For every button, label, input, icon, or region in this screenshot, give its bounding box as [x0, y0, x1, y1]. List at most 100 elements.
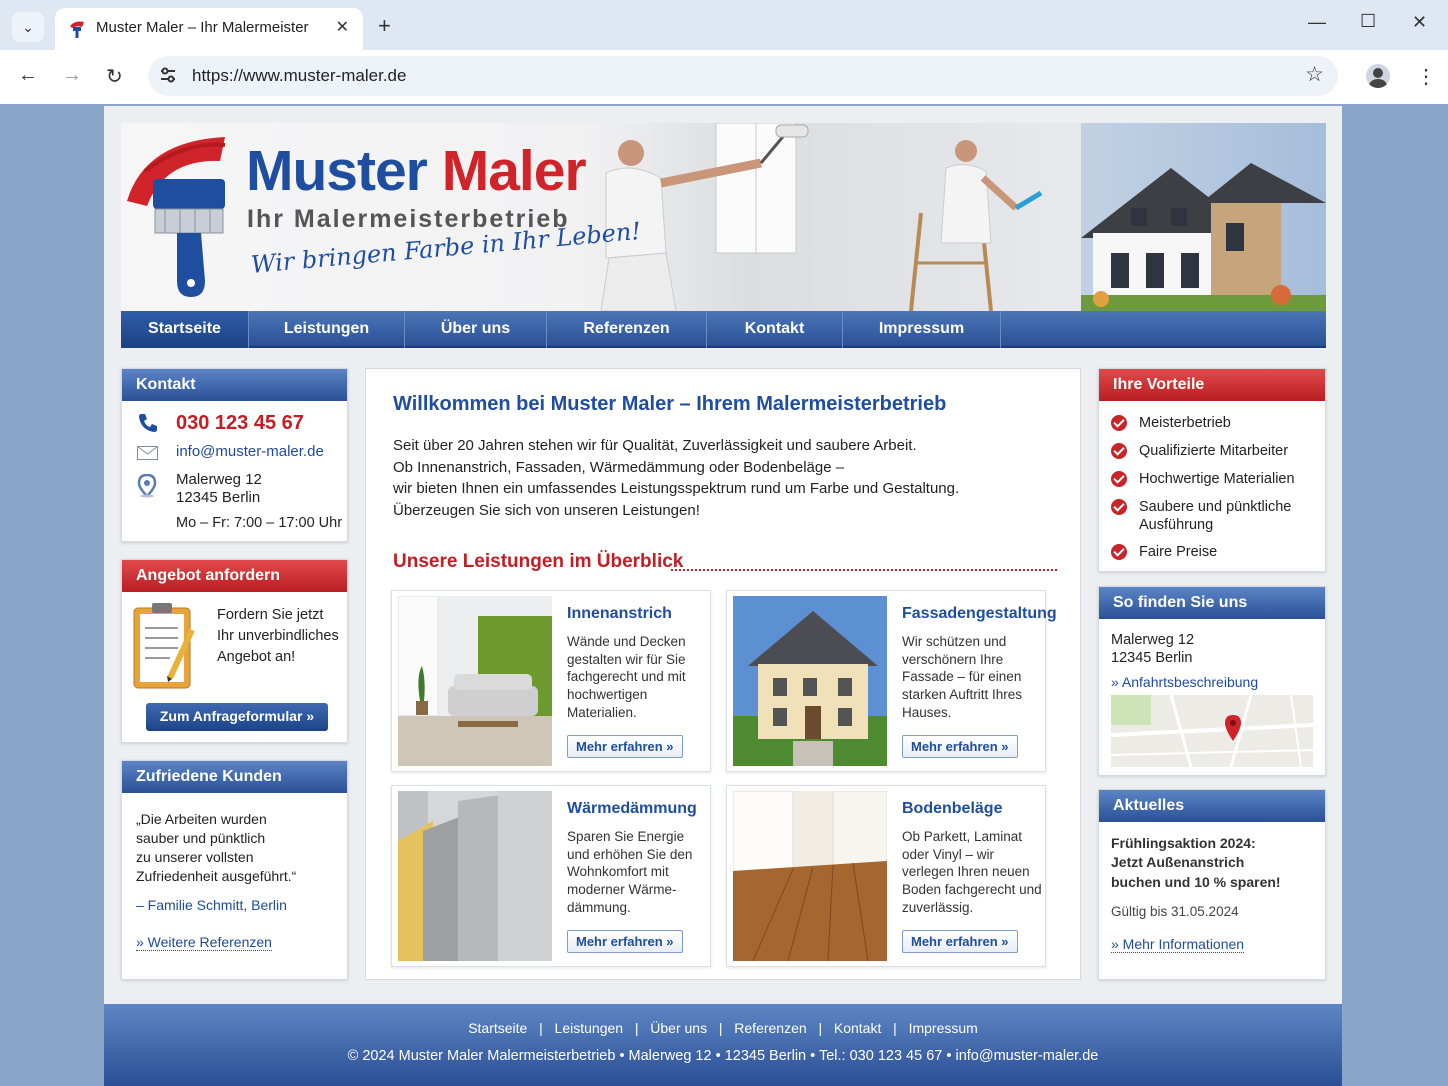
check-icon	[1111, 471, 1127, 487]
request-form-button[interactable]: Zum Anfrageformular »	[146, 703, 328, 731]
advantage-item: Faire Preise	[1139, 544, 1218, 560]
service-description: Wände und Decken gestalten wir für Sie f…	[567, 634, 686, 720]
directions-link[interactable]: » Anfahrtsbeschreibung	[1111, 674, 1258, 690]
more-references-link[interactable]: » Weitere Referenzen	[136, 934, 272, 951]
location-box: So finden Sie uns Malerweg 12 12345 Berl…	[1098, 586, 1326, 776]
bookmark-star-icon[interactable]: ☆	[1305, 62, 1324, 87]
house-facade-image	[733, 596, 887, 766]
reload-icon[interactable]: ↻	[106, 64, 123, 89]
offer-box-title: Angebot anfordern	[122, 560, 347, 592]
paintbrush-logo-icon	[127, 137, 226, 297]
nav-leistungen[interactable]: Leistungen	[249, 311, 405, 348]
envelope-icon	[137, 446, 158, 460]
more-button-waermedaemmung[interactable]: Mehr erfahren »	[567, 930, 683, 953]
check-icon	[1111, 544, 1127, 560]
minimize-icon[interactable]: —	[1308, 12, 1326, 33]
offer-line-1: Fordern Sie jetzt	[217, 607, 324, 623]
contact-box: Kontakt 030 123 45 67 info@muster-maler.…	[121, 368, 348, 542]
testimonial-box-title: Zufriedene Kunden	[122, 761, 347, 793]
close-window-icon[interactable]: ✕	[1412, 12, 1427, 33]
services-heading: Unsere Leistungen im Überblick	[393, 551, 684, 572]
testimonial-line-3: zu unserer vollsten	[136, 849, 254, 865]
contact-hours: Mo – Fr: 7:00 – 17:00 Uhr	[176, 515, 343, 531]
news-valid-until: Gültig bis 31.05.2024	[1111, 904, 1239, 919]
footer-link-leistungen[interactable]: Leistungen	[555, 1020, 624, 1036]
check-icon	[1111, 415, 1127, 431]
back-icon[interactable]: ←	[18, 64, 38, 87]
footer-link-ueber-uns[interactable]: Über uns	[650, 1020, 707, 1036]
nav-startseite[interactable]: Startseite	[121, 311, 249, 348]
news-box-title: Aktuelles	[1099, 790, 1325, 822]
footer-link-referenzen[interactable]: Referenzen	[734, 1020, 806, 1036]
news-line-2: Jetzt Außenanstrich	[1111, 854, 1245, 870]
advantage-item: Meisterbetrieb	[1139, 415, 1231, 431]
map-thumbnail[interactable]	[1111, 695, 1313, 767]
footer-link-kontakt[interactable]: Kontakt	[834, 1020, 881, 1036]
advantage-item: Qualifizierte Mitarbeiter	[1139, 443, 1289, 459]
check-icon	[1111, 499, 1127, 515]
site-footer: Startseite | Leistungen | Über uns | Ref…	[104, 1004, 1342, 1086]
browser-tab[interactable]: Muster Maler – Ihr Malermeister ✕	[55, 8, 363, 50]
footer-separator: |	[535, 1020, 547, 1036]
more-info-link[interactable]: » Mehr Informationen	[1111, 936, 1245, 953]
main-content: Willkommen bei Muster Maler – Ihrem Male…	[365, 368, 1081, 980]
intro-line-4: Überzeugen Sie sich von unseren Leistung…	[393, 502, 700, 519]
service-title: Wärmedämmung	[567, 800, 697, 817]
menu-kebab-icon[interactable]: ⋮	[1416, 64, 1436, 89]
footer-nav: Startseite | Leistungen | Über uns | Ref…	[104, 1020, 1342, 1036]
chevron-down-icon: ⌄	[22, 18, 34, 35]
advantage-item: Saubere und pünktliche Ausführung	[1139, 499, 1292, 533]
location-pin-icon	[137, 474, 157, 498]
advantages-box: Ihre Vorteile Meisterbetrieb Qualifizier…	[1098, 368, 1326, 572]
maximize-icon[interactable]: ☐	[1360, 11, 1376, 32]
nav-impressum[interactable]: Impressum	[843, 311, 1001, 348]
contact-email-link[interactable]: info@muster-maler.de	[176, 443, 324, 460]
more-button-bodenbelaege[interactable]: Mehr erfahren »	[902, 930, 1018, 953]
check-icon	[1111, 443, 1127, 459]
service-description: Ob Parkett, Laminat oder Vinyl – wir ver…	[902, 829, 1042, 915]
footer-link-impressum[interactable]: Impressum	[909, 1020, 978, 1036]
site-settings-icon[interactable]	[158, 65, 178, 85]
new-tab-icon[interactable]: +	[378, 13, 391, 39]
page-container: Muster Maler Ihr Malermeisterbetrieb Wir…	[104, 106, 1342, 1086]
browser-toolbar: ← → ↻ https://www.muster-maler.de ☆ ⋮	[0, 50, 1448, 104]
location-box-title: So finden Sie uns	[1099, 587, 1325, 619]
footer-separator: |	[889, 1020, 901, 1036]
intro-line-1: Seit über 20 Jahren stehen wir für Quali…	[393, 437, 917, 454]
testimonial-author: – Familie Schmitt, Berlin	[136, 897, 287, 913]
location-street: Malerweg 12	[1111, 632, 1195, 648]
nav-ueber-uns[interactable]: Über uns	[405, 311, 547, 348]
offer-box: Angebot anfordern Fordern Sie jetzt Ihr …	[121, 559, 348, 743]
footer-link-startseite[interactable]: Startseite	[468, 1020, 527, 1036]
forward-icon[interactable]: →	[62, 64, 82, 87]
address-bar[interactable]: https://www.muster-maler.de ☆	[148, 56, 1338, 96]
tab-search-button[interactable]: ⌄	[12, 12, 44, 42]
wooden-floor-image	[733, 791, 887, 961]
news-line-1: Frühlingsaktion 2024:	[1111, 835, 1256, 851]
logo-word-muster: Muster	[246, 139, 428, 203]
browser-tab-bar: ⌄ Muster Maler – Ihr Malermeister ✕ + — …	[0, 0, 1448, 50]
nav-kontakt[interactable]: Kontakt	[707, 311, 843, 348]
news-line-3: buchen und 10 % sparen!	[1111, 874, 1281, 890]
phone-icon	[139, 414, 157, 432]
service-description: Wir schützen und verschönern Ihre Fassad…	[902, 634, 1023, 720]
favicon-icon	[70, 21, 84, 38]
news-box: Aktuelles Frühlingsaktion 2024: Jetzt Au…	[1098, 789, 1326, 980]
more-button-fassadengestaltung[interactable]: Mehr erfahren »	[902, 735, 1018, 758]
heading-divider	[671, 569, 1057, 571]
clipboard-icon	[133, 603, 195, 689]
nav-referenzen[interactable]: Referenzen	[547, 311, 707, 348]
testimonial-line-2: sauber und pünktlich	[136, 830, 266, 846]
service-title: Innenanstrich	[567, 605, 672, 622]
insulation-image	[398, 791, 552, 961]
contact-phone[interactable]: 030 123 45 67	[176, 412, 304, 435]
footer-copyright: © 2024 Muster Maler Malermeisterbetrieb …	[347, 1048, 1099, 1064]
offer-line-3: Angebot an!	[217, 649, 296, 665]
page-title: Willkommen bei Muster Maler – Ihrem Male…	[393, 393, 947, 415]
more-button-innenanstrich[interactable]: Mehr erfahren »	[567, 735, 683, 758]
profile-avatar-icon[interactable]	[1366, 64, 1390, 88]
service-card-fassadengestaltung: Fassadengestaltung Wir schützen und vers…	[726, 590, 1057, 772]
tab-title: Muster Maler – Ihr Malermeister	[96, 19, 309, 36]
contact-city: 12345 Berlin	[176, 489, 261, 506]
close-tab-icon[interactable]: ✕	[336, 17, 349, 37]
